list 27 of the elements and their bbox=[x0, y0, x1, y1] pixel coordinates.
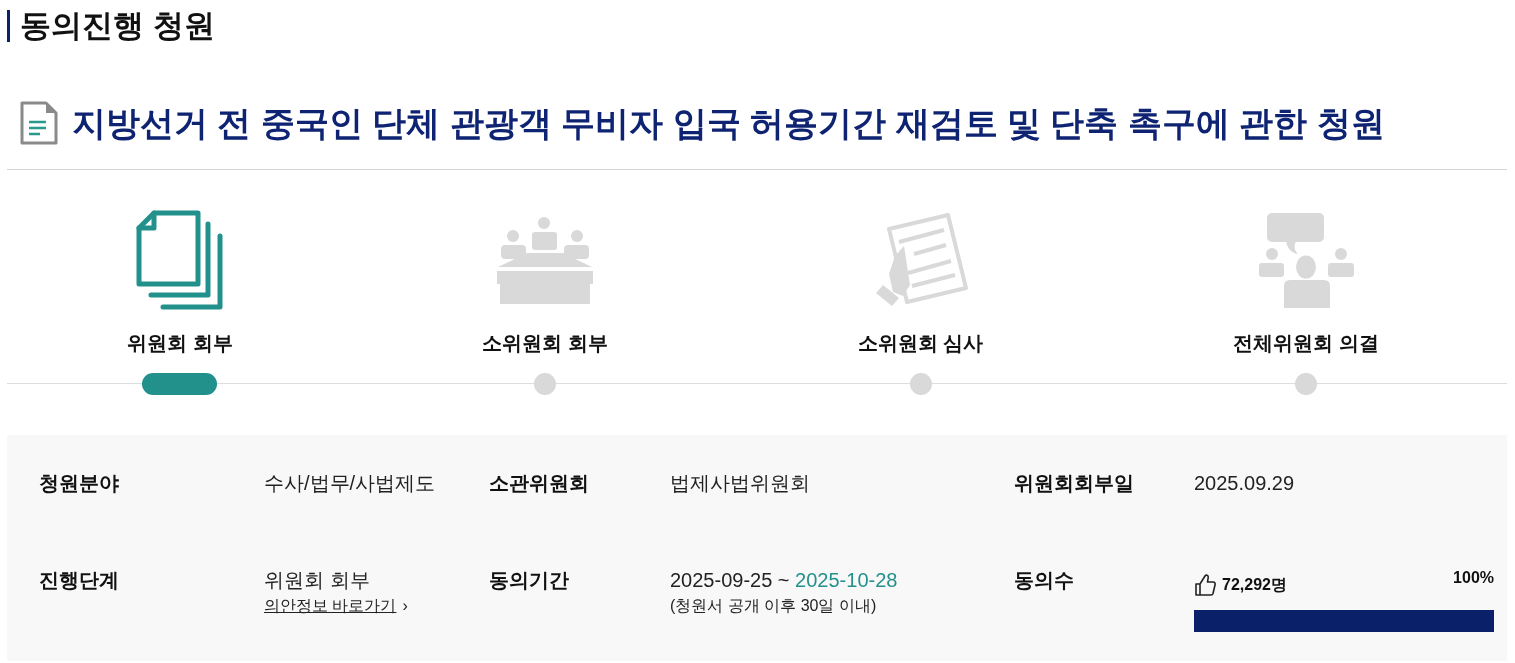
field-label: 소관위원회 bbox=[489, 471, 589, 495]
period-end: 2025-10-28 bbox=[795, 569, 898, 591]
step-label: 전체위원회 의결 bbox=[1233, 331, 1379, 356]
field-value: 수사/법무/사법제도 bbox=[264, 471, 436, 495]
field-value: 법제사법위원회 bbox=[670, 471, 810, 495]
meeting-icon bbox=[497, 216, 594, 304]
agree-count: 72,292명 bbox=[1222, 575, 1287, 595]
field-value: 2025.09.29 bbox=[1194, 471, 1295, 495]
step-label: 소위원회 심사 bbox=[857, 331, 984, 356]
bill-info-link[interactable]: 의안정보 바로가기 › bbox=[264, 596, 408, 616]
discussion-icon bbox=[1256, 210, 1357, 310]
documents-icon bbox=[135, 210, 224, 310]
page-heading: 동의진행 청원 bbox=[7, 10, 215, 42]
field-value: 위원회 회부 bbox=[264, 568, 370, 592]
field-label: 동의수 bbox=[1014, 568, 1074, 592]
field-label: 진행단계 bbox=[39, 568, 119, 592]
document-icon bbox=[20, 101, 58, 145]
field-label: 동의기간 bbox=[489, 568, 569, 592]
period-note: (청원서 공개 이후 30일 이내) bbox=[670, 596, 877, 616]
step-label: 소위원회 회부 bbox=[482, 331, 609, 356]
period-start: 2025-09-25 ~ bbox=[670, 569, 790, 591]
agree-percent: 100% bbox=[1453, 568, 1494, 588]
thumbs-up-icon bbox=[1194, 573, 1216, 597]
petition-title: 지방선거 전 중국인 단체 관광객 무비자 입국 허용기간 재검토 및 단축 촉구에 관한 청원 bbox=[72, 103, 1385, 144]
step-label: 위원회 회부 bbox=[127, 331, 233, 356]
field-label: 청원분야 bbox=[39, 471, 119, 495]
field-label: 위원회회부일 bbox=[1014, 471, 1134, 495]
